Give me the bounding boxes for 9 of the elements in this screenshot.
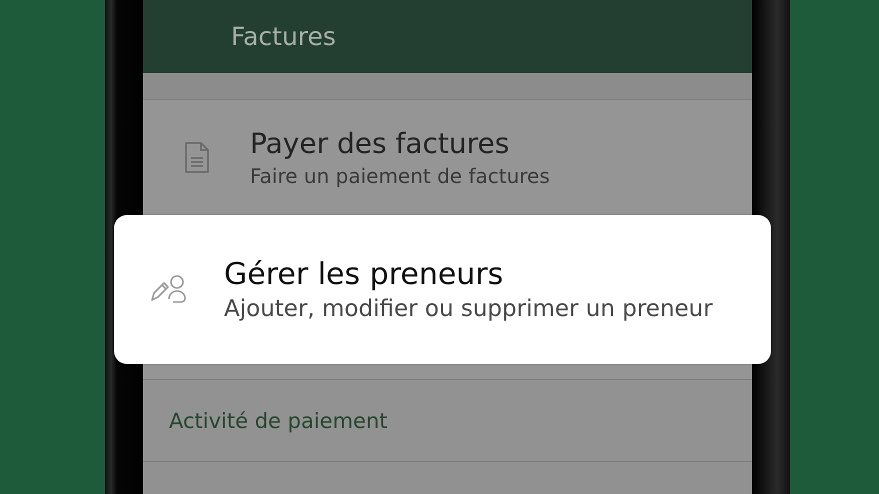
item-subtitle: Faire un paiement de factures [250,164,550,188]
highlighted-menu-item[interactable]: Gérer les preneurs Ajouter, modifier ou supprimer un preneur [114,215,771,364]
screen-title: Factures [231,22,336,51]
item-title: Gérer les preneurs [224,257,504,292]
item-subtitle: Ajouter, modifier ou supprimer un preneur [224,296,713,322]
menu-item[interactable]: Payer des factures Faire un paiement de factures [143,100,752,215]
section-header: Activité de paiement [169,408,388,432]
item-title: Payer des factures [250,127,510,160]
document-icon [182,140,210,174]
